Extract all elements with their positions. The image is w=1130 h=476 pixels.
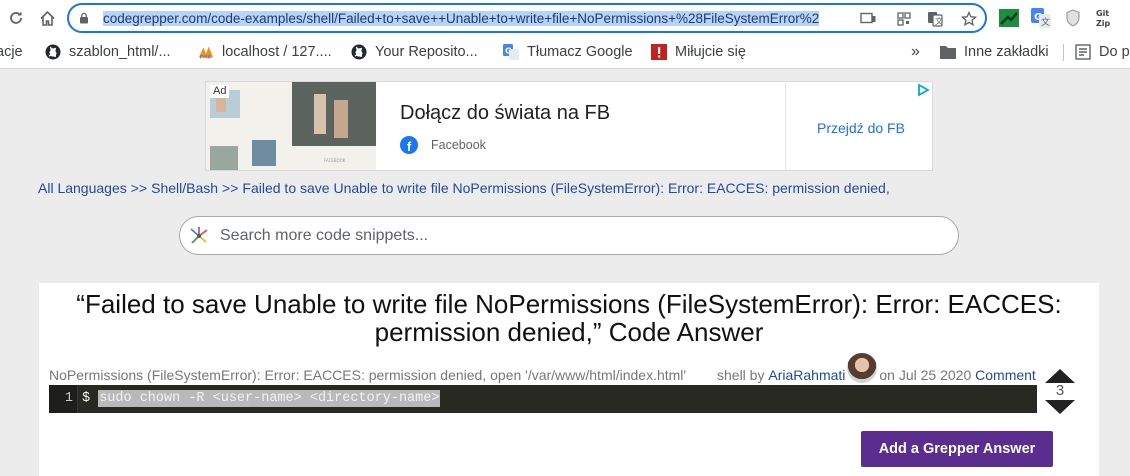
- phpmyadmin-icon: PMA: [198, 44, 214, 60]
- bookmark-label: Your Reposito...: [375, 44, 478, 60]
- address-bar[interactable]: codegrepper.com/code-examples/shell/Fail…: [67, 3, 987, 33]
- svg-text:Zip: Zip: [1096, 19, 1111, 28]
- bookmark-item[interactable]: acje: [0, 36, 23, 68]
- bookmark-item[interactable]: PMA localhost / 127....: [198, 36, 332, 68]
- other-bookmarks-label: Inne zakładki: [964, 44, 1049, 60]
- bookmark-item[interactable]: Your Reposito...: [351, 36, 478, 68]
- breadcrumb-all-languages[interactable]: All Languages: [38, 180, 127, 196]
- svg-text:Git: Git: [1096, 9, 1109, 18]
- svg-text:文: 文: [935, 16, 943, 26]
- answer-card: “Failed to save Unable to write file NoP…: [39, 283, 1099, 476]
- ad-title[interactable]: Dołącz do świata na FB: [400, 102, 610, 125]
- code-line[interactable]: $ sudo chown -R <user-name> <directory-n…: [78, 385, 441, 413]
- comment-link[interactable]: Comment: [975, 367, 1036, 383]
- breadcrumb: All Languages >> Shell/Bash >> Failed to sav…: [38, 180, 890, 196]
- breadcrumb-shell-bash[interactable]: Shell/Bash: [151, 180, 218, 196]
- author-link[interactable]: AriaRahmati: [768, 367, 845, 383]
- qr-code-icon[interactable]: [895, 10, 913, 28]
- bookmark-item[interactable]: G Tłumacz Google: [503, 36, 633, 68]
- exclamation-icon: [651, 44, 667, 60]
- svg-text:PMA: PMA: [200, 55, 212, 60]
- bookmark-label: localhost / 127....: [222, 44, 332, 60]
- bookmark-label: Miłujcie się: [675, 44, 746, 60]
- answer-date: on Jul 25 2020: [879, 367, 972, 383]
- downvote-arrow-icon[interactable]: [1045, 400, 1075, 414]
- avatar[interactable]: [847, 353, 878, 383]
- shell-prompt: $: [82, 391, 99, 406]
- reading-list-label: Do p: [1099, 44, 1130, 60]
- line-number: 1: [49, 385, 78, 413]
- ad-badge: Ad: [210, 85, 230, 98]
- page-title: “Failed to save Unable to write file NoP…: [76, 289, 1062, 347]
- translate-page-icon[interactable]: 文: [926, 10, 944, 28]
- google-translate-extension-icon[interactable]: G文: [1030, 7, 1052, 29]
- other-bookmarks-folder[interactable]: Inne zakładki: [940, 36, 1049, 68]
- search-input[interactable]: [220, 221, 940, 251]
- code-text[interactable]: sudo chown -R <user-name> <directory-nam…: [98, 390, 441, 407]
- answer-source: NoPermissions (FileSystemError): Error: …: [49, 367, 687, 383]
- reading-list-button[interactable]: Do p: [1075, 36, 1130, 68]
- breadcrumb-current-page[interactable]: Failed to save Unable to write file NoPe…: [242, 180, 889, 196]
- reload-icon[interactable]: [4, 6, 28, 30]
- ad-banner[interactable]: FACEBOOK Ad Dołącz do świata na FB f Fac…: [205, 81, 933, 171]
- bookmarks-divider: [1063, 44, 1064, 61]
- breadcrumb-separator: >>: [222, 180, 239, 196]
- code-block[interactable]: 1 $ sudo chown -R <user-name> <directory…: [49, 385, 1037, 413]
- ad-brand-label: Facebook: [431, 138, 486, 152]
- google-translate-icon: G: [503, 44, 519, 60]
- bookmarks-overflow-button[interactable]: »: [911, 36, 920, 68]
- bookmark-label: szablon_html/...: [69, 44, 171, 60]
- bookmark-star-icon[interactable]: [960, 10, 978, 28]
- gitzip-extension-icon[interactable]: Git Zip: [1094, 7, 1116, 29]
- browser-toolbar: codegrepper.com/code-examples/shell/Fail…: [0, 0, 1130, 36]
- bookmarks-bar: acje szablon_html/... PMA localhost / 12…: [0, 36, 1130, 69]
- ad-image[interactable]: FACEBOOK Ad: [206, 82, 376, 170]
- ad-image-caption: FACEBOOK: [324, 158, 346, 163]
- answer-meta: NoPermissions (FileSystemError): Error: …: [49, 353, 1049, 385]
- adchoices-icon[interactable]: [916, 83, 930, 97]
- page-content: FACEBOOK Ad Dołącz do świata na FB f Fac…: [0, 70, 1130, 476]
- extension-green-icon[interactable]: [998, 7, 1020, 29]
- vote-count: 3: [1055, 382, 1065, 399]
- ad-cta-link[interactable]: Przejdź do FB: [817, 120, 905, 136]
- folder-icon: [940, 44, 956, 60]
- github-icon: [45, 44, 61, 60]
- language-by-label: shell by: [717, 367, 765, 383]
- shield-extension-icon[interactable]: [1062, 7, 1084, 29]
- lock-icon[interactable]: [78, 12, 90, 24]
- answer-attribution: shell by AriaRahmati on Jul 25 2020 Comm…: [717, 353, 1036, 383]
- github-icon: [351, 44, 367, 60]
- overflow-label: »: [911, 43, 920, 60]
- vote-widget: 3: [1045, 369, 1075, 415]
- breadcrumb-separator: >>: [130, 180, 148, 196]
- bookmark-item[interactable]: Miłujcie się: [651, 36, 746, 68]
- reading-list-icon: [1075, 44, 1091, 60]
- home-icon[interactable]: [35, 6, 59, 30]
- grepper-logo-icon: [190, 227, 208, 244]
- cast-icon[interactable]: [859, 10, 877, 28]
- svg-text:文: 文: [1041, 16, 1050, 28]
- bookmark-item[interactable]: szablon_html/...: [45, 36, 171, 68]
- ad-divider: [785, 82, 786, 170]
- snippet-search-bar[interactable]: [179, 216, 959, 255]
- bookmark-label: acje: [0, 44, 23, 60]
- upvote-arrow-icon[interactable]: [1045, 369, 1075, 383]
- url-text[interactable]: codegrepper.com/code-examples/shell/Fail…: [103, 10, 855, 28]
- facebook-icon: f: [400, 136, 418, 154]
- bookmark-label: Tłumacz Google: [527, 44, 633, 60]
- add-answer-button[interactable]: Add a Grepper Answer: [861, 431, 1053, 467]
- ad-brand[interactable]: f Facebook: [400, 136, 486, 154]
